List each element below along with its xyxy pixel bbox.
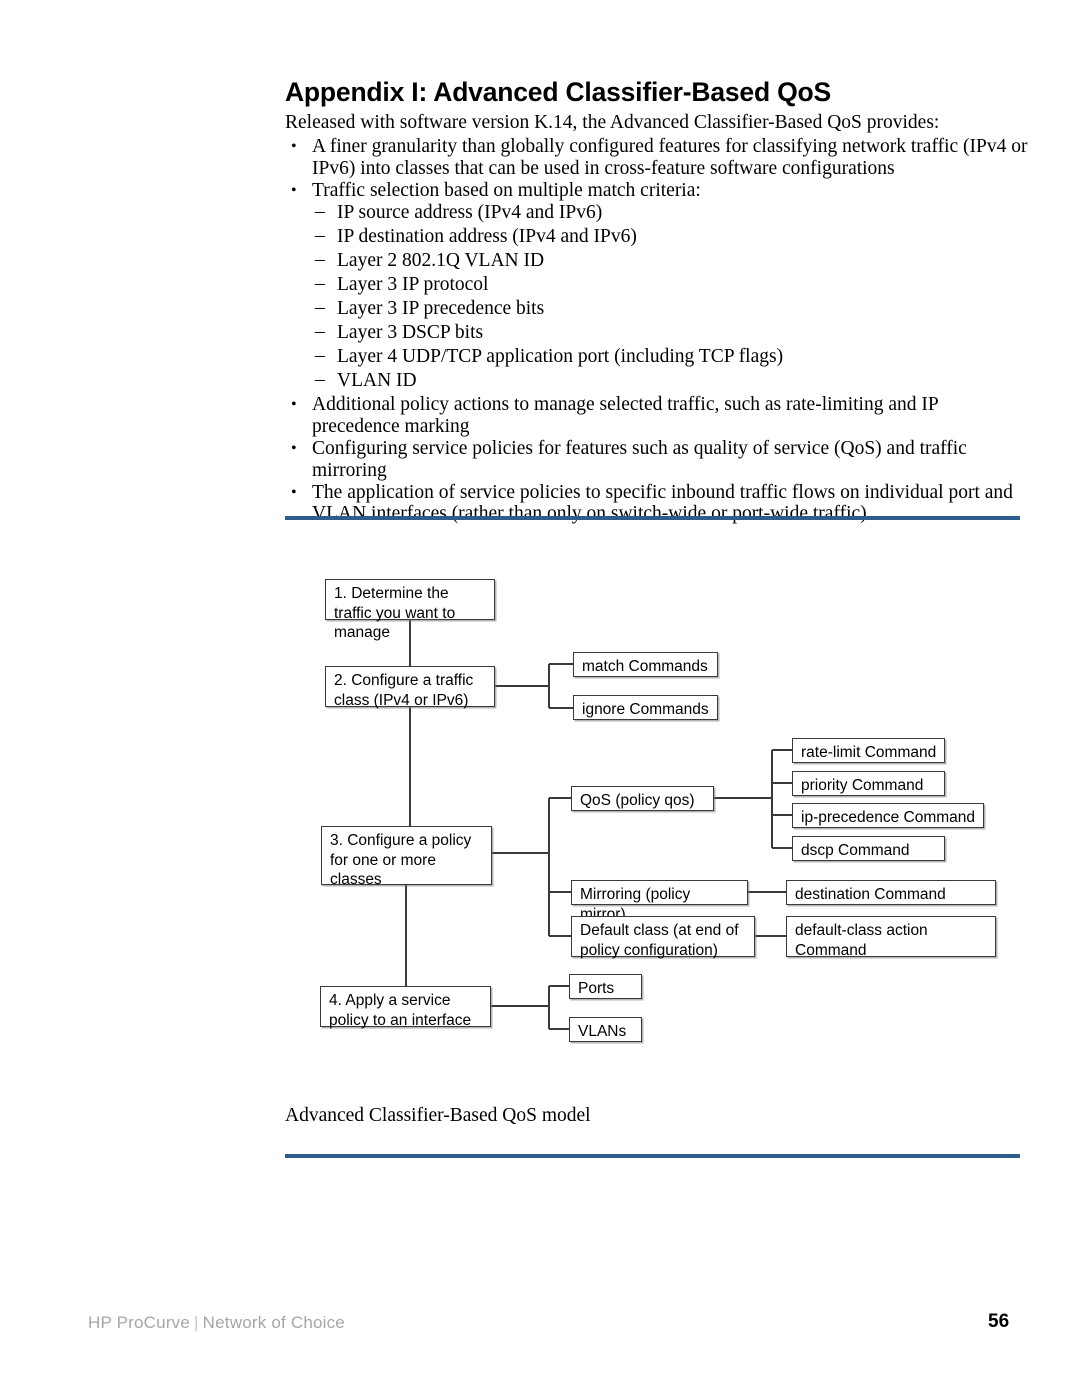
footer-brand: HP ProCurve | Network of Choice xyxy=(88,1313,345,1333)
list-item-text: A finer granularity than globally config… xyxy=(312,136,1028,179)
diagram-node-vlans[interactable]: VLANs xyxy=(569,1017,642,1042)
list-item: • Traffic selection based on multiple ma… xyxy=(285,180,1030,202)
diagram-node-dscp-command[interactable]: dscp Command xyxy=(792,836,945,861)
feature-list: • A finer granularity than globally conf… xyxy=(285,136,1030,525)
diagram-node-ignore-commands[interactable]: ignore Commands xyxy=(573,695,718,720)
bullet-marker: • xyxy=(291,181,297,199)
sub-list-item: – Layer 3 IP protocol xyxy=(285,273,1030,297)
divider-rule-bottom xyxy=(285,1154,1020,1158)
sub-list-item: – Layer 3 IP precedence bits xyxy=(285,297,1030,321)
diagram-node-priority-command[interactable]: priority Command xyxy=(792,771,945,796)
diagram-node-step1[interactable]: 1. Determine the traffic you want to man… xyxy=(325,579,495,641)
diagram-node-match-commands[interactable]: match Commands xyxy=(573,652,718,677)
bullet-marker: • xyxy=(291,396,297,414)
footer-tagline: Network of Choice xyxy=(202,1313,345,1332)
page-title: Appendix I: Advanced Classifier-Based Qo… xyxy=(285,77,831,107)
sub-list-item-text: Layer 2 802.1Q VLAN ID xyxy=(337,250,545,272)
diagram-node-default-class-action-command[interactable]: default-class action Command xyxy=(786,916,996,959)
dash-marker: – xyxy=(315,249,325,271)
diagram-node-rate-limit-command[interactable]: rate-limit Command xyxy=(792,738,945,763)
figure-caption: Advanced Classifier-Based QoS model xyxy=(285,1105,591,1126)
divider-rule-top xyxy=(285,516,1020,520)
dash-marker: – xyxy=(315,273,325,295)
document-page: Appendix I: Advanced Classifier-Based Qo… xyxy=(0,0,1080,1397)
diagram-node-ip-precedence-command[interactable]: ip-precedence Command xyxy=(792,803,984,828)
sub-list-item-text: Layer 4 UDP/TCP application port (includ… xyxy=(337,346,784,368)
list-item: • Additional policy actions to manage se… xyxy=(285,394,1030,438)
list-item: • A finer granularity than globally conf… xyxy=(285,136,1030,180)
sub-list-item-text: Layer 3 DSCP bits xyxy=(337,322,484,344)
sub-list-item: – IP source address (IPv4 and IPv6) xyxy=(285,201,1030,225)
dash-marker: – xyxy=(315,321,325,343)
footer-separator: | xyxy=(194,1313,199,1332)
sub-list-item: – Layer 3 DSCP bits xyxy=(285,321,1030,345)
sub-list-item-text: VLAN ID xyxy=(337,370,417,392)
footer-brand-name: HP ProCurve xyxy=(88,1313,191,1332)
dash-marker: – xyxy=(315,369,325,391)
dash-marker: – xyxy=(315,225,325,247)
diagram-node-step2[interactable]: 2. Configure a traffic class (IPv4 or IP… xyxy=(325,666,495,709)
diagram-node-destination-command[interactable]: destination Command xyxy=(786,880,996,905)
sub-list-item-text: Layer 3 IP protocol xyxy=(337,274,489,296)
sub-list-item: – IP destination address (IPv4 and IPv6) xyxy=(285,225,1030,249)
diagram-node-step4[interactable]: 4. Apply a service policy to an interfac… xyxy=(320,986,491,1029)
page-number: 56 xyxy=(988,1311,1010,1332)
list-item: • Configuring service policies for featu… xyxy=(285,438,1030,482)
sub-list-item: – Layer 4 UDP/TCP application port (incl… xyxy=(285,345,1030,369)
diagram-node-qos-policy[interactable]: QoS (policy qos) xyxy=(571,786,714,811)
list-item-text: Configuring service policies for feature… xyxy=(312,437,967,481)
intro-paragraph: Released with software version K.14, the… xyxy=(285,112,940,133)
list-item-text: Additional policy actions to manage sele… xyxy=(312,394,938,438)
sub-list-item-text: Layer 3 IP precedence bits xyxy=(337,298,545,320)
bullet-marker: • xyxy=(291,483,297,501)
bullet-marker: • xyxy=(291,439,297,457)
diagram-node-default-class[interactable]: Default class (at end of policy configur… xyxy=(571,916,755,959)
sub-list-item-text: IP source address (IPv4 and IPv6) xyxy=(337,202,603,224)
sub-list-item: – VLAN ID xyxy=(285,369,1030,393)
sub-list-item: – Layer 2 802.1Q VLAN ID xyxy=(285,249,1030,273)
bullet-marker: • xyxy=(291,138,297,155)
diagram-node-ports[interactable]: Ports xyxy=(569,974,642,999)
diagram-node-step3[interactable]: 3. Configure a policy for one or more cl… xyxy=(321,826,492,888)
diagram-node-mirroring-policy[interactable]: Mirroring (policy mirror) xyxy=(571,880,748,923)
dash-marker: – xyxy=(315,201,325,223)
list-item-text: Traffic selection based on multiple matc… xyxy=(312,179,701,201)
sub-list-item-text: IP destination address (IPv4 and IPv6) xyxy=(337,226,637,248)
dash-marker: – xyxy=(315,297,325,319)
dash-marker: – xyxy=(315,345,325,367)
